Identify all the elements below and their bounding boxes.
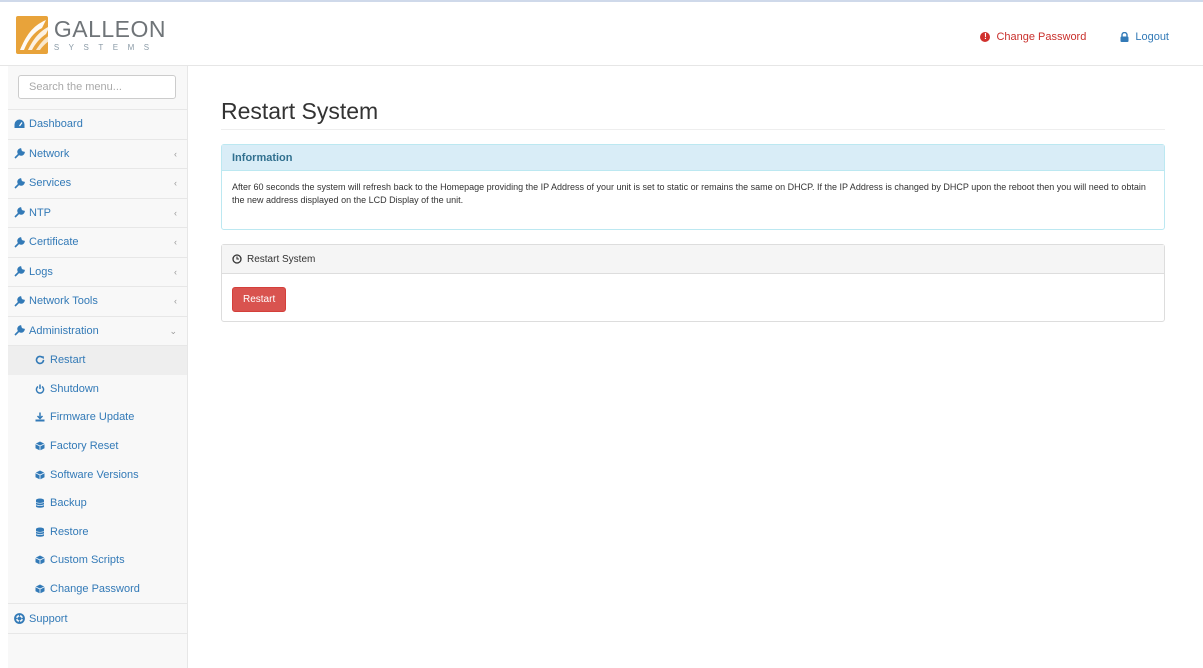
dashboard-icon xyxy=(13,118,25,130)
sidebar-item-label: Network xyxy=(29,147,70,160)
wrench-icon xyxy=(13,177,25,189)
logout-label: Logout xyxy=(1135,31,1169,43)
logo-name: GALLEON xyxy=(53,15,166,42)
wrench-icon xyxy=(13,236,25,248)
top-bar: GALLEON SYSTEMS ! Change Password Logout xyxy=(0,0,1203,66)
sidebar-item-label: Dashboard xyxy=(29,118,83,131)
menu-search-input[interactable] xyxy=(18,75,176,99)
information-panel-heading: Information xyxy=(222,145,1164,171)
chevron-left-icon: ‹ xyxy=(174,148,177,159)
sidebar-subitem-label: Restore xyxy=(50,525,89,538)
sidebar-item-label: Services xyxy=(29,177,72,190)
sidebar-subitem-factory-reset[interactable]: Factory Reset xyxy=(8,432,187,461)
sidebar-item-ntp[interactable]: NTP ‹ xyxy=(8,199,187,228)
wrench-icon xyxy=(13,207,25,219)
sidebar-item-dashboard[interactable]: Dashboard xyxy=(8,110,187,140)
wrench-icon xyxy=(13,148,25,160)
logo-mark-icon xyxy=(16,16,48,54)
sidebar: Dashboard Network ‹ Services ‹ NTP ‹ Cer… xyxy=(8,66,188,668)
life-ring-icon xyxy=(13,613,25,625)
sidebar-item-label: Logs xyxy=(29,265,53,278)
sidebar-item-label: NTP xyxy=(29,206,51,219)
sidebar-item-label: Administration xyxy=(29,324,99,337)
restart-system-panel: Restart System Restart xyxy=(221,244,1165,322)
sidebar-item-support[interactable]: Support xyxy=(8,604,187,634)
logout-link[interactable]: Logout xyxy=(1120,31,1169,43)
sidebar-item-label: Support xyxy=(29,612,68,625)
sidebar-item-services[interactable]: Services ‹ xyxy=(8,169,187,199)
chevron-left-icon: ‹ xyxy=(174,237,177,247)
change-password-label: Change Password xyxy=(996,31,1087,43)
sidebar-item-administration[interactable]: Administration ⌄ xyxy=(8,317,187,346)
sidebar-item-label: Network Tools xyxy=(29,295,98,308)
sidebar-item-label: Certificate xyxy=(29,236,79,249)
database-icon xyxy=(34,497,46,509)
wrench-icon xyxy=(13,295,25,307)
logo-subtitle: SYSTEMS xyxy=(53,42,159,52)
chevron-left-icon: ‹ xyxy=(174,296,177,306)
information-panel-text: After 60 seconds the system will refresh… xyxy=(232,182,1146,205)
sidebar-subitem-backup[interactable]: Backup xyxy=(8,489,187,518)
lock-icon xyxy=(1120,32,1129,42)
change-password-link[interactable]: ! Change Password xyxy=(980,31,1086,43)
download-icon xyxy=(34,411,46,423)
sidebar-subitem-firmware-update[interactable]: Firmware Update xyxy=(8,403,187,432)
clock-icon xyxy=(232,254,242,264)
restart-button[interactable]: Restart xyxy=(232,287,287,312)
sidebar-subitem-label: Custom Scripts xyxy=(50,554,125,567)
chevron-left-icon: ‹ xyxy=(174,207,177,218)
sidebar-subitem-change-password[interactable]: Change Password xyxy=(8,575,187,604)
sidebar-subitem-label: Backup xyxy=(50,497,87,510)
logo[interactable]: GALLEON SYSTEMS xyxy=(16,12,166,58)
page-title: Restart System xyxy=(221,98,379,124)
cube-icon xyxy=(34,469,46,481)
main-content: Restart System Information After 60 seco… xyxy=(205,66,1185,668)
cube-icon xyxy=(34,554,46,566)
sidebar-subitem-label: Restart xyxy=(50,354,86,367)
cube-icon xyxy=(34,440,46,452)
sidebar-subitem-label: Factory Reset xyxy=(50,440,119,453)
sidebar-subitem-restore[interactable]: Restore xyxy=(8,518,187,547)
sidebar-subitem-shutdown[interactable]: Shutdown xyxy=(8,375,187,404)
sidebar-subitem-label: Change Password xyxy=(50,583,140,596)
sidebar-item-network[interactable]: Network ‹ xyxy=(8,140,187,169)
sidebar-subitem-label: Firmware Update xyxy=(50,411,135,424)
sidebar-item-logs[interactable]: Logs ‹ xyxy=(8,258,187,287)
sidebar-subitem-custom-scripts[interactable]: Custom Scripts xyxy=(8,546,187,575)
exclamation-circle-icon: ! xyxy=(980,32,991,42)
power-icon xyxy=(34,383,46,395)
chevron-left-icon: ‹ xyxy=(174,266,177,277)
sidebar-subitem-label: Shutdown xyxy=(50,382,99,395)
title-divider xyxy=(221,129,1165,130)
information-panel: Information After 60 seconds the system … xyxy=(221,144,1165,230)
restart-panel-heading: Restart System xyxy=(247,253,316,265)
wrench-icon xyxy=(13,325,25,337)
wrench-icon xyxy=(13,266,25,278)
sidebar-subitem-restart[interactable]: Restart xyxy=(8,346,187,375)
administration-submenu: Restart Shutdown Firmware Update Factory… xyxy=(8,346,187,605)
sidebar-subitem-label: Software Versions xyxy=(50,468,139,481)
sidebar-item-certificate[interactable]: Certificate ‹ xyxy=(8,228,187,258)
sidebar-item-network-tools[interactable]: Network Tools ‹ xyxy=(8,287,187,317)
cube-icon xyxy=(34,583,46,595)
chevron-left-icon: ‹ xyxy=(174,178,177,188)
chevron-down-icon: ⌄ xyxy=(169,325,177,336)
database-icon xyxy=(34,526,46,538)
refresh-icon xyxy=(34,354,46,366)
sidebar-subitem-software-versions[interactable]: Software Versions xyxy=(8,460,187,489)
